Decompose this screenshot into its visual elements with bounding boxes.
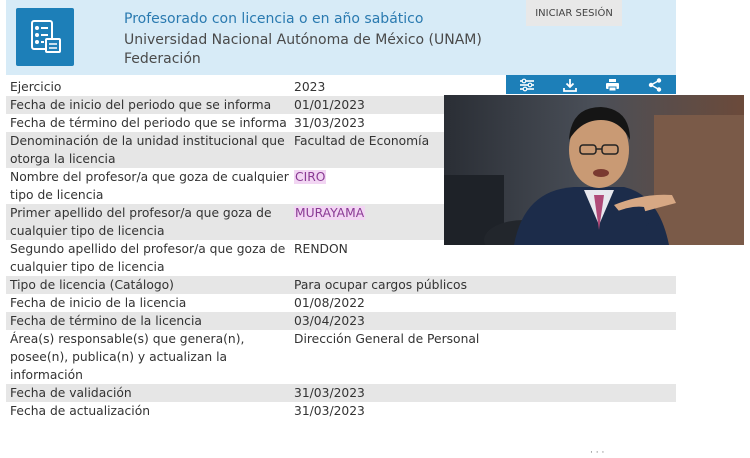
table-row: Segundo apellido del profesor/a que goza… — [6, 240, 676, 276]
row-label: Fecha de término de la licencia — [10, 314, 202, 328]
table-row: Ejercicio 2023 — [6, 78, 676, 96]
highlighted-first-name: CIRO — [294, 170, 327, 184]
row-label: Fecha de término del periodo que se info… — [10, 116, 287, 130]
speaker-photo — [444, 95, 744, 245]
row-value: 01/08/2022 — [294, 296, 365, 310]
row-label: Fecha de validación — [10, 386, 132, 400]
row-label: Primer apellido del profesor/a que goza … — [10, 206, 272, 238]
row-value: 03/04/2023 — [294, 314, 365, 328]
document-users-icon — [31, 20, 61, 53]
table-row: Fecha de término de la licencia 03/04/20… — [6, 312, 676, 330]
table-row: Área(s) responsable(s) que genera(n), po… — [6, 330, 676, 384]
highlighted-last-name: MURAYAMA — [294, 206, 366, 220]
institution-name: Universidad Nacional Autónoma de México … — [124, 32, 482, 48]
page-fragment: · · · — [590, 448, 605, 458]
row-label: Tipo de licencia (Catálogo) — [10, 278, 174, 292]
row-value: Dirección General de Personal — [294, 332, 480, 346]
table-row: Fecha de inicio de la licencia 01/08/202… — [6, 294, 676, 312]
row-value: 31/03/2023 — [294, 404, 365, 418]
login-button[interactable]: INICIAR SESIÓN — [526, 0, 622, 26]
row-value: RENDON — [294, 242, 348, 256]
table-row: Fecha de validación 31/03/2023 — [6, 384, 676, 402]
row-label: Fecha de actualización — [10, 404, 151, 418]
dataset-logo — [16, 8, 74, 66]
government-level: Federación — [124, 51, 201, 67]
row-label: Área(s) responsable(s) que genera(n), po… — [10, 332, 245, 382]
row-value: Para ocupar cargos públicos — [294, 278, 467, 292]
row-label: Segundo apellido del profesor/a que goza… — [10, 242, 286, 274]
row-value: 2023 — [294, 80, 326, 94]
row-label: Nombre del profesor/a que goza de cualqu… — [10, 170, 289, 202]
row-label: Fecha de inicio de la licencia — [10, 296, 187, 310]
page-title: Profesorado con licencia o en año sabáti… — [124, 11, 424, 27]
table-row: Tipo de licencia (Catálogo) Para ocupar … — [6, 276, 676, 294]
row-value: 31/03/2023 — [294, 386, 365, 400]
row-label: Denominación de la unidad institucional … — [10, 134, 285, 166]
row-label: Fecha de inicio del periodo que se infor… — [10, 98, 272, 112]
row-label: Ejercicio — [10, 80, 62, 94]
page-header: Profesorado con licencia o en año sabáti… — [6, 0, 676, 75]
table-row: Fecha de actualización 31/03/2023 — [6, 402, 676, 420]
